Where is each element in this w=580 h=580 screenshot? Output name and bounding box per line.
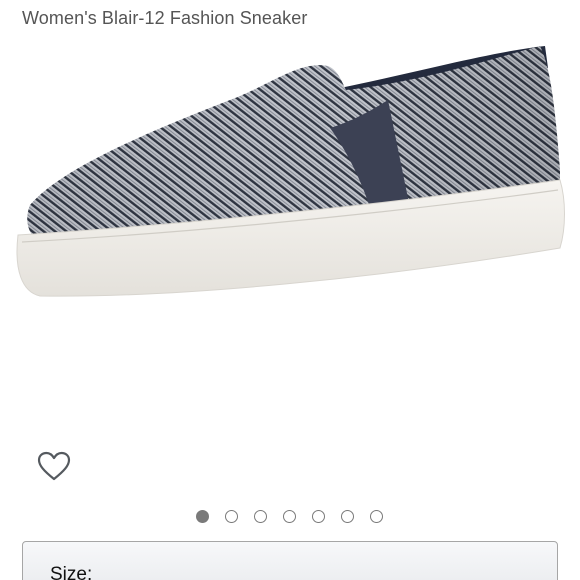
product-page: Women's Blair-12 Fashion Sneaker Size: — [0, 0, 580, 580]
carousel-dot[interactable] — [225, 510, 238, 523]
carousel-dot[interactable] — [283, 510, 296, 523]
carousel-dot[interactable] — [312, 510, 325, 523]
wishlist-button[interactable] — [34, 446, 74, 486]
product-image[interactable] — [0, 30, 580, 320]
carousel-dot[interactable] — [254, 510, 267, 523]
product-title: Women's Blair-12 Fashion Sneaker — [22, 8, 308, 28]
carousel-dot[interactable] — [341, 510, 354, 523]
size-label: Size: — [50, 564, 93, 580]
carousel-dot[interactable] — [196, 510, 209, 523]
image-carousel-indicator — [0, 510, 580, 526]
size-selector[interactable]: Size: — [22, 541, 558, 580]
carousel-dot[interactable] — [370, 510, 383, 523]
heart-outline-icon — [37, 451, 71, 481]
